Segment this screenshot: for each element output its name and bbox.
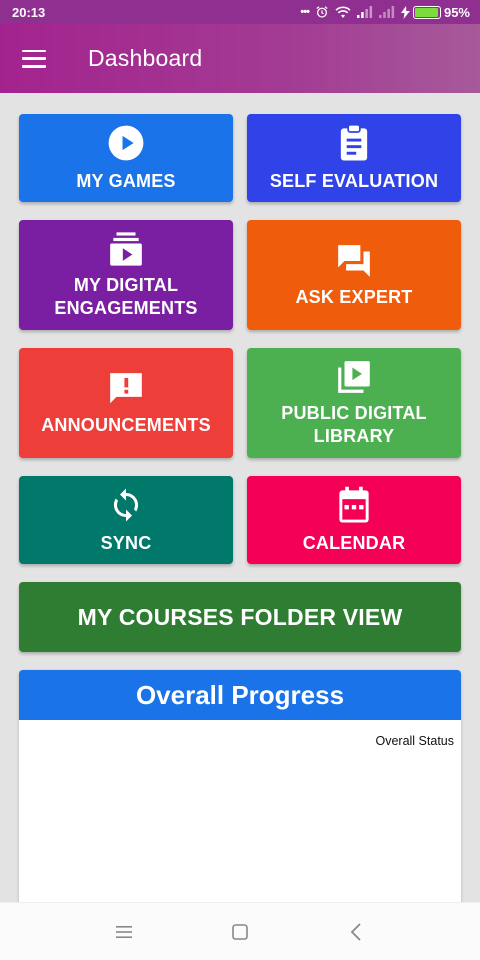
signal-icon (356, 6, 373, 18)
status-bar: 20:13 ••• 95% (0, 0, 480, 24)
tile-sync[interactable]: SYNC (19, 476, 233, 564)
play-circle-icon (107, 124, 145, 162)
feedback-icon (107, 370, 145, 408)
tile-announcements[interactable]: ANNOUNCEMENTS (19, 348, 233, 458)
signal-empty-icon (378, 6, 395, 18)
tile-ask-expert[interactable]: ASK EXPERT (247, 220, 461, 330)
battery-percent: 95% (443, 4, 470, 20)
wifi-icon (335, 6, 351, 18)
tile-my-digital-engagements[interactable]: MY DIGITAL ENGAGEMENTS (19, 220, 233, 330)
notification-dots-icon: ••• (300, 6, 310, 18)
square-icon (232, 923, 248, 940)
calendar-icon (335, 486, 373, 524)
back-button[interactable] (339, 915, 373, 949)
tile-label: ANNOUNCEMENTS (41, 414, 211, 435)
chevron-left-icon (350, 922, 361, 941)
page-title: Dashboard (88, 45, 203, 71)
tile-public-digital-library[interactable]: PUBLIC DIGITAL LIBRARY (247, 348, 461, 458)
status-time: 20:13 (12, 4, 46, 20)
recent-apps-button[interactable] (107, 915, 141, 949)
tile-label: MY DIGITAL ENGAGEMENTS (54, 275, 198, 318)
tile-label: ASK EXPERT (295, 286, 413, 307)
system-nav-bar (0, 902, 480, 960)
tile-calendar[interactable]: CALENDAR (247, 476, 461, 564)
video-library-icon (107, 230, 145, 268)
tile-my-games[interactable]: MY GAMES (19, 114, 233, 202)
menu-lines-icon (116, 925, 132, 938)
tile-self-evaluation[interactable]: SELF EVALUATION (247, 114, 461, 202)
chat-bubbles-icon (335, 242, 373, 280)
tile-label: CALENDAR (302, 532, 406, 553)
slideshow-icon (335, 358, 373, 396)
sync-icon (107, 486, 145, 524)
tile-label: SYNC (100, 532, 152, 553)
tile-label: MY GAMES (76, 170, 176, 191)
battery-fill (414, 7, 438, 17)
app-bar: Dashboard (0, 24, 480, 93)
charging-bolt-icon (400, 5, 410, 19)
clipboard-icon (335, 123, 373, 162)
overall-progress-card: Overall Progress Overall Status (19, 670, 461, 920)
battery-icon (412, 5, 441, 19)
tile-label: PUBLIC DIGITAL LIBRARY (281, 403, 427, 446)
home-button[interactable] (223, 915, 257, 949)
overall-status-label: Overall Status (375, 734, 454, 748)
battery-group: 95% (400, 4, 470, 20)
menu-icon[interactable] (22, 49, 46, 68)
status-icons: ••• 95% (300, 5, 470, 20)
overall-progress-title: Overall Progress (19, 670, 461, 720)
tile-label: SELF EVALUATION (269, 170, 439, 191)
alarm-icon (316, 6, 328, 18)
my-courses-folder-view-button[interactable]: MY COURSES FOLDER VIEW (19, 582, 461, 652)
